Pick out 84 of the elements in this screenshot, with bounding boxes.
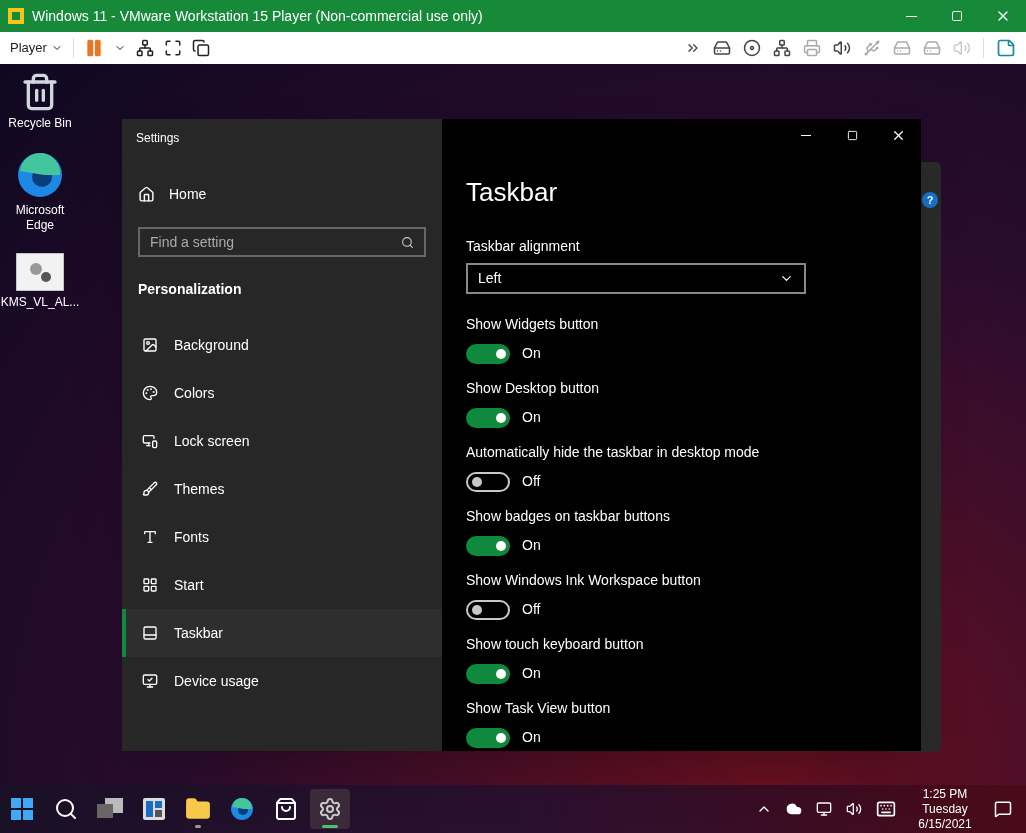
setting-label: Show badges on taskbar buttons: [466, 508, 671, 525]
task-view-icon: [97, 798, 123, 820]
player-menu[interactable]: Player: [10, 38, 63, 58]
home-link[interactable]: Home: [138, 184, 442, 205]
toggle-switch[interactable]: [466, 663, 510, 684]
page-title: Taskbar: [466, 176, 559, 209]
toggle-switch[interactable]: [466, 535, 510, 556]
monitor-icon: [142, 433, 158, 449]
search-field[interactable]: Find a setting: [138, 227, 426, 257]
setting-label: Show Widgets button: [466, 316, 600, 333]
toggle-switch[interactable]: [466, 727, 510, 748]
toggle-switch[interactable]: [466, 599, 510, 620]
section-heading: Personalization: [138, 280, 243, 299]
clock[interactable]: 1:25 PM Tuesday 6/15/2021: [910, 786, 980, 832]
setting-label: Show Task View button: [466, 700, 612, 717]
nav-item[interactable]: Colors: [122, 369, 442, 417]
browser-logo-icon: [230, 797, 254, 821]
nav-item[interactable]: Device usage: [122, 657, 442, 705]
speaker-icon[interactable]: [846, 801, 862, 817]
picture-icon: [142, 337, 158, 353]
search-icon: [401, 235, 414, 249]
search-icon: [54, 797, 78, 821]
settings-title: Settings: [136, 130, 181, 147]
desktop-icon[interactable]: KMS_VL_AL...: [0, 253, 80, 310]
shopping-bag-icon: [274, 797, 298, 821]
help-button[interactable]: ?: [922, 192, 938, 208]
toggle-state: Off: [522, 472, 541, 491]
widgets-icon: [143, 798, 165, 820]
disc-icon[interactable]: [743, 39, 761, 57]
letter-icon: [142, 529, 158, 545]
window-title: Windows 11 - VMware Workstation 15 Player (Non-commercial use only): [32, 6, 483, 26]
taskbar-icon: [142, 625, 158, 641]
cloud-icon[interactable]: [786, 801, 802, 817]
settings-button[interactable]: [310, 789, 350, 829]
desktop-icon-label: Microsoft Edge: [14, 203, 66, 233]
notifications-icon[interactable]: [994, 800, 1012, 818]
search-input[interactable]: Find a setting: [150, 231, 401, 253]
windows-icon[interactable]: [191, 39, 210, 57]
desktop-icon[interactable]: Microsoft Edge: [0, 151, 80, 233]
desktop-icon-label: Recycle Bin: [7, 116, 73, 131]
desktop-icon[interactable]: Recycle Bin: [0, 72, 80, 131]
maximize-icon: [951, 10, 963, 22]
home-icon: [138, 186, 155, 203]
toggle-state: Off: [522, 600, 541, 619]
dropdown-label: Taskbar alignment: [466, 237, 581, 256]
minimize-icon: [905, 15, 917, 17]
desktop-icon-label: KMS_VL_AL...: [0, 295, 81, 310]
toggle-switch[interactable]: [466, 343, 510, 364]
nav-item[interactable]: Background: [122, 321, 442, 369]
toggle-state: On: [522, 728, 541, 747]
setting-label: Show Windows Ink Workspace button: [466, 572, 702, 589]
windows-logo-icon: [11, 798, 33, 820]
palette-icon: [142, 385, 158, 401]
toggle-state: On: [522, 664, 541, 683]
fullscreen-icon[interactable]: [163, 39, 182, 57]
alignment-dropdown[interactable]: Left: [466, 263, 806, 294]
toggle-state: On: [522, 344, 541, 363]
nav-item[interactable]: Fonts: [122, 513, 442, 561]
setting-label: Show Desktop button: [466, 380, 601, 397]
browser-logo-icon: [16, 151, 64, 199]
setting-label: Show touch keyboard button: [466, 636, 645, 653]
keyboard-icon[interactable]: [876, 799, 896, 819]
toggle-switch[interactable]: [466, 407, 510, 428]
note-icon[interactable]: [996, 38, 1016, 58]
app-logo-icon: [8, 8, 24, 24]
folder-icon: [185, 796, 211, 822]
brush-icon: [142, 481, 158, 497]
grid-icon: [142, 577, 158, 593]
nav-item[interactable]: Taskbar: [122, 609, 442, 657]
speaker-icon[interactable]: [833, 39, 851, 57]
settings-icon: [318, 797, 342, 821]
toggle-state: On: [522, 536, 541, 555]
nav-item[interactable]: Start: [122, 561, 442, 609]
nav-item[interactable]: Themes: [122, 465, 442, 513]
hard-drive-icon[interactable]: [713, 39, 731, 57]
running-indicator: [195, 825, 201, 828]
nav-item[interactable]: Lock screen: [122, 417, 442, 465]
monitor-check-icon: [142, 673, 158, 689]
maximize-icon: [846, 129, 858, 141]
toggle-state: On: [522, 408, 541, 427]
running-indicator: [322, 825, 338, 828]
setting-label: Automatically hide the taskbar in desktop mode: [466, 444, 761, 461]
minimize-icon: [801, 134, 811, 136]
toggle-switch[interactable]: [466, 471, 510, 492]
